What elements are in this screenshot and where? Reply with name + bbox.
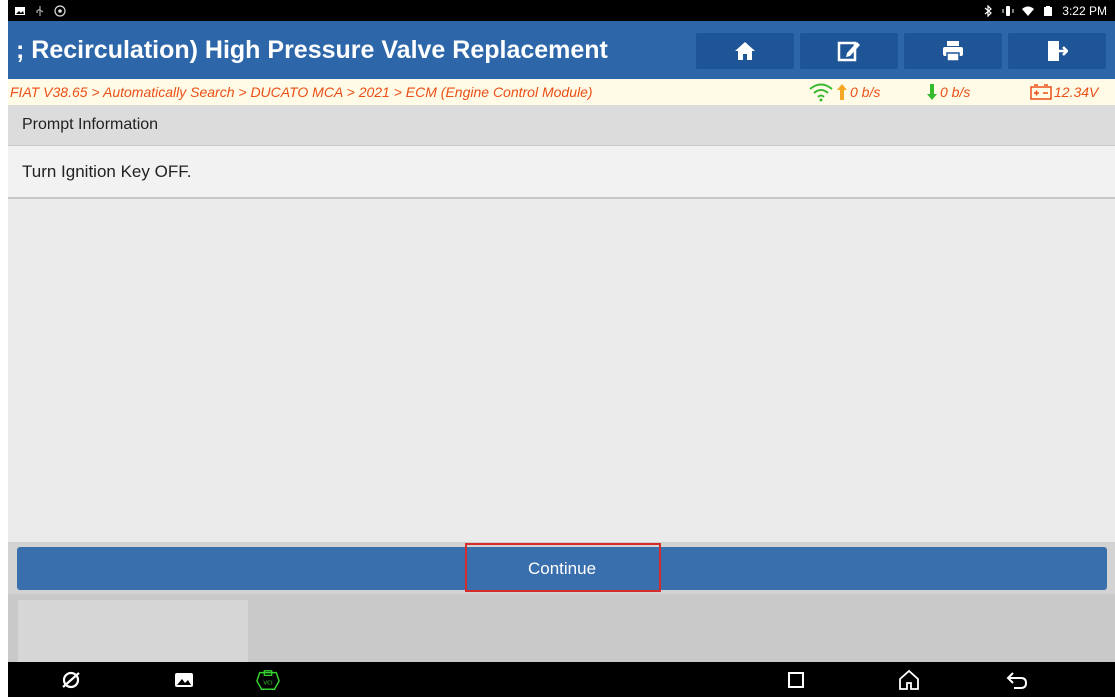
exit-icon: [1048, 41, 1068, 61]
continue-label: Continue: [527, 558, 597, 578]
title-bar: ; Recirculation) High Pressure Valve Rep…: [8, 21, 1115, 79]
content-area: [8, 199, 1115, 543]
back-button[interactable]: [1005, 668, 1029, 692]
upload-rate: 0 b/s: [808, 79, 880, 105]
status-bar: 3:22 PM: [8, 0, 1115, 21]
breadcrumb: FIAT V38.65 > Automatically Search > DUC…: [10, 84, 593, 100]
browser-button[interactable]: [59, 668, 83, 692]
battery-voltage: 12.34V: [1030, 79, 1098, 105]
usb-icon: [36, 5, 44, 16]
recent-apps-button[interactable]: [784, 668, 808, 692]
edit-icon: [837, 41, 860, 62]
print-button[interactable]: [904, 33, 1002, 69]
exit-button[interactable]: [1008, 33, 1106, 69]
browser-icon: [62, 671, 80, 689]
vibrate-icon: [1002, 5, 1014, 16]
bluetooth-icon: [984, 4, 993, 17]
battery-icon: [1044, 5, 1053, 16]
gallery-button[interactable]: [172, 668, 196, 692]
printer-icon: [943, 41, 963, 62]
gallery-icon: [175, 673, 193, 687]
home-nav-icon: [899, 669, 919, 690]
settings-icon: [54, 4, 66, 17]
home-icon: [735, 42, 755, 60]
prompt-message: Turn Ignition Key OFF.: [22, 162, 192, 181]
svg-text:VCI: VCI: [263, 681, 273, 687]
prompt-heading: Prompt Information: [22, 116, 159, 133]
back-icon: [1006, 672, 1028, 689]
image-icon: [15, 6, 25, 15]
download-rate: 0 b/s: [926, 79, 970, 105]
home-button[interactable]: [696, 33, 794, 69]
download-arrow-icon: [927, 84, 937, 100]
prompt-header: Prompt Information: [8, 105, 1115, 146]
wifi-signal-icon: [809, 83, 833, 102]
edit-button[interactable]: [800, 33, 898, 69]
recent-apps-icon: [788, 672, 804, 688]
prompt-message-box: Turn Ignition Key OFF.: [8, 146, 1115, 199]
wifi-icon: [1022, 6, 1035, 16]
page-title: ; Recirculation) High Pressure Valve Rep…: [16, 36, 608, 64]
vci-button[interactable]: VCI: [256, 668, 280, 692]
car-battery-icon: [1030, 84, 1052, 100]
continue-button[interactable]: Continue: [17, 547, 1107, 590]
vci-icon: VCI: [256, 670, 280, 690]
status-time: 3:22 PM: [1062, 3, 1107, 18]
home-nav-button[interactable]: [897, 668, 921, 692]
bottom-tile: [18, 600, 248, 662]
upload-arrow-icon: [837, 84, 847, 100]
breadcrumb-bar: FIAT V38.65 > Automatically Search > DUC…: [8, 79, 1115, 105]
